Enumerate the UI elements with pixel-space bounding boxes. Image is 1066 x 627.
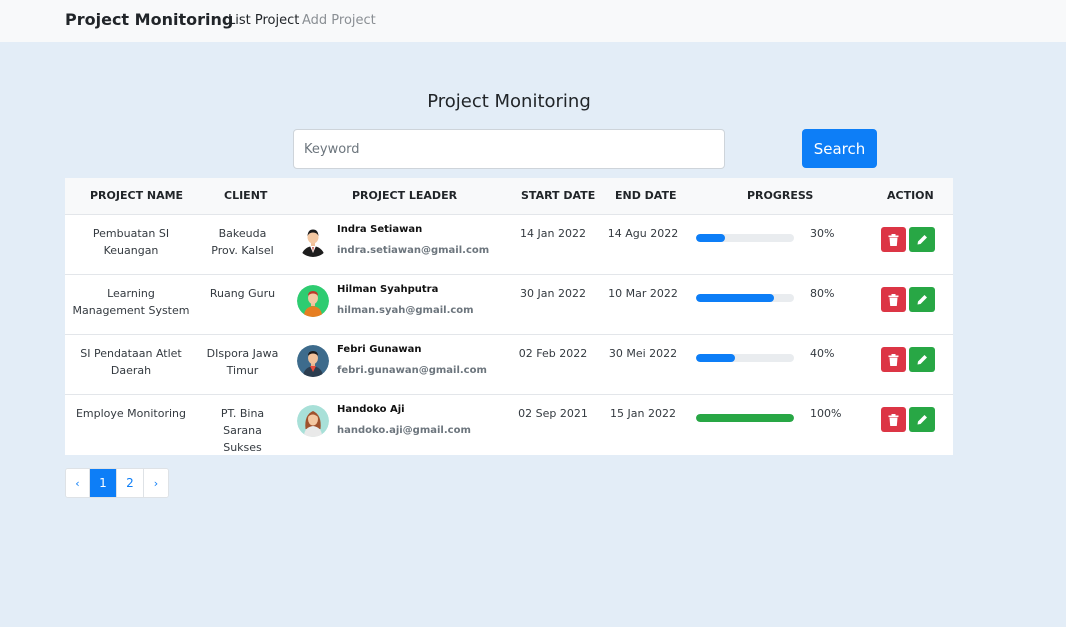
progress-bar-fill <box>696 294 775 302</box>
progress-percent: 80% <box>810 287 835 300</box>
avatar <box>297 225 329 257</box>
delete-button[interactable] <box>881 287 906 312</box>
progress-bar <box>696 414 794 422</box>
end-date: 14 Agu 2022 <box>607 227 679 240</box>
leader-email: handoko.aji@gmail.com <box>337 425 471 436</box>
header-end-date: END DATE <box>615 189 677 202</box>
client-name: PT. Bina Sarana Sukses <box>220 407 265 454</box>
leader-email: febri.gunawan@gmail.com <box>337 365 487 376</box>
pencil-icon <box>917 355 927 365</box>
start-date: 30 Jan 2022 <box>520 287 586 300</box>
progress-bar <box>696 234 794 242</box>
progress-percent: 40% <box>810 347 835 360</box>
edit-button[interactable] <box>909 407 935 432</box>
client-name: Bakeuda Prov. Kalsel <box>211 227 274 257</box>
trash-icon <box>888 353 899 366</box>
progress-bar-fill <box>696 354 736 362</box>
project-name: Employe Monitoring <box>75 407 187 420</box>
progress-bar <box>696 354 794 362</box>
project-name: Pembuatan SI Keuangan <box>92 227 170 257</box>
start-date: 14 Jan 2022 <box>520 227 586 240</box>
project-table: PROJECT NAME CLIENT PROJECT LEADER START… <box>65 178 953 455</box>
project-name: SI Pendataan Atlet Daerah <box>80 347 182 377</box>
end-date: 10 Mar 2022 <box>608 287 678 300</box>
table-header: PROJECT NAME CLIENT PROJECT LEADER START… <box>65 178 953 215</box>
search-input[interactable] <box>293 129 725 169</box>
progress-bar <box>696 294 794 302</box>
progress-percent: 30% <box>810 227 835 240</box>
client-name: DIspora Jawa Timur <box>206 347 279 377</box>
start-date: 02 Feb 2022 <box>518 347 588 360</box>
edit-button[interactable] <box>909 287 935 312</box>
pagination-page-1[interactable]: 1 <box>90 469 117 497</box>
pagination: ‹ 1 2 › <box>65 468 169 498</box>
navbar: Project Monitoring List Project Add Proj… <box>0 0 1066 42</box>
trash-icon <box>888 233 899 246</box>
edit-button[interactable] <box>909 227 935 252</box>
trash-icon <box>888 293 899 306</box>
avatar <box>297 345 329 377</box>
pagination-prev[interactable]: ‹ <box>66 469 90 497</box>
header-progress: PROGRESS <box>747 189 814 202</box>
leader-name: Febri Gunawan <box>337 344 422 355</box>
header-project-leader: PROJECT LEADER <box>352 189 458 202</box>
progress-bar-fill <box>696 414 794 422</box>
progress-percent: 100% <box>810 407 842 420</box>
leader-email: indra.setiawan@gmail.com <box>337 245 490 256</box>
leader-name: Handoko Aji <box>337 404 405 415</box>
leader-name: Indra Setiawan <box>337 224 423 235</box>
page-title: Project Monitoring <box>427 91 591 112</box>
delete-button[interactable] <box>881 347 906 372</box>
pencil-icon <box>917 235 927 245</box>
end-date: 15 Jan 2022 <box>610 407 676 420</box>
client-name: Ruang Guru <box>209 287 276 300</box>
avatar <box>297 405 329 437</box>
nav-link-list-project[interactable]: List Project <box>228 13 299 28</box>
search-button[interactable]: Search <box>802 129 877 168</box>
pencil-icon <box>917 415 927 425</box>
delete-button[interactable] <box>881 407 906 432</box>
table-row: SI Pendataan Atlet Daerah DIspora Jawa T… <box>65 335 953 395</box>
table-row: Employe Monitoring PT. Bina Sarana Sukse… <box>65 395 953 455</box>
edit-button[interactable] <box>909 347 935 372</box>
nav-link-add-project[interactable]: Add Project <box>302 13 376 28</box>
delete-button[interactable] <box>881 227 906 252</box>
project-name: Learning Management System <box>72 287 190 317</box>
start-date: 02 Sep 2021 <box>518 407 588 420</box>
end-date: 30 Mei 2022 <box>608 347 678 360</box>
header-project-name: PROJECT NAME <box>90 189 184 202</box>
header-start-date: START DATE <box>521 189 596 202</box>
table-row: Learning Management System Ruang Guru Hi… <box>65 275 953 335</box>
avatar <box>297 285 329 317</box>
navbar-brand[interactable]: Project Monitoring <box>65 10 233 29</box>
leader-name: Hilman Syahputra <box>337 284 439 295</box>
pencil-icon <box>917 295 927 305</box>
table-row: Pembuatan SI Keuangan Bakeuda Prov. Kals… <box>65 215 953 275</box>
trash-icon <box>888 413 899 426</box>
pagination-page-2[interactable]: 2 <box>117 469 144 497</box>
header-action: ACTION <box>887 189 934 202</box>
header-client: CLIENT <box>224 189 268 202</box>
leader-email: hilman.syah@gmail.com <box>337 305 474 316</box>
pagination-next[interactable]: › <box>144 469 168 497</box>
progress-bar-fill <box>696 234 726 242</box>
